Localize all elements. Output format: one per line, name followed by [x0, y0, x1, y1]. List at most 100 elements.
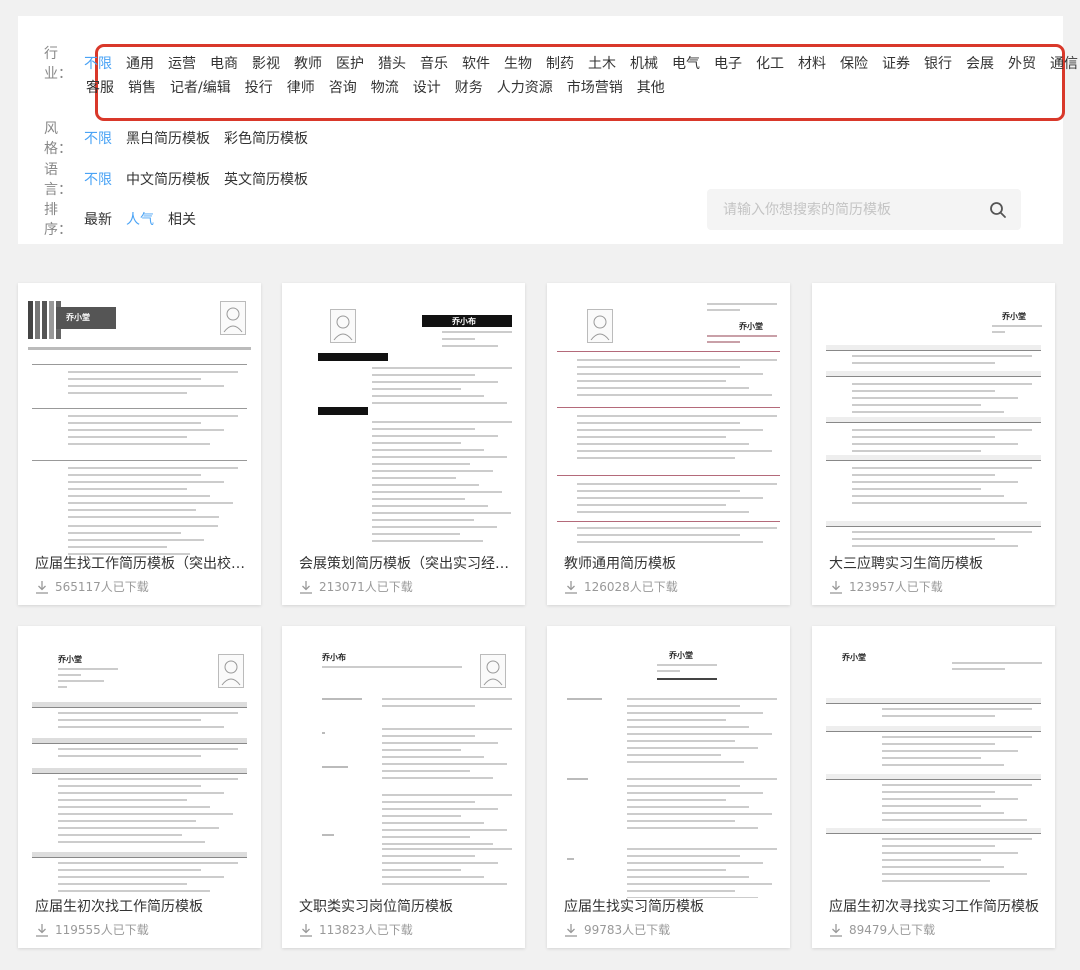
- text-line: [577, 380, 726, 382]
- industry-option[interactable]: 制药: [546, 53, 574, 73]
- industry-option[interactable]: 会展: [966, 53, 994, 73]
- industry-option[interactable]: 市场营销: [567, 77, 623, 97]
- industry-option[interactable]: 保险: [840, 53, 868, 73]
- text-line: [627, 876, 749, 878]
- language-option[interactable]: 英文简历模板: [224, 169, 308, 189]
- text-line: [882, 715, 995, 717]
- industry-option[interactable]: 销售: [128, 77, 156, 97]
- industry-option[interactable]: 影视: [252, 53, 280, 73]
- style-option[interactable]: 彩色简历模板: [224, 128, 308, 148]
- industry-option[interactable]: 电气: [672, 53, 700, 73]
- industry-option[interactable]: 生物: [504, 53, 532, 73]
- search-icon[interactable]: [989, 201, 1007, 219]
- industry-option[interactable]: 物流: [371, 77, 399, 97]
- industry-option[interactable]: 人力资源: [497, 77, 553, 97]
- text-line: [627, 827, 758, 829]
- text-line: [882, 845, 995, 847]
- template-card[interactable]: 乔小布 文职类实习岗位简历模板 113823人已下载: [282, 626, 525, 948]
- industry-option[interactable]: 土木: [588, 53, 616, 73]
- template-thumbnail[interactable]: 乔小堂: [557, 638, 780, 898]
- download-count-text: 213071人已下载: [319, 580, 413, 594]
- template-thumbnail[interactable]: 乔小布: [292, 295, 515, 555]
- text-line: [627, 890, 735, 892]
- industry-option[interactable]: 记者/编辑: [170, 77, 231, 97]
- text-line: [68, 546, 167, 548]
- text-line: [58, 726, 224, 728]
- style-option[interactable]: 黑白简历模板: [126, 128, 210, 148]
- industry-option[interactable]: 软件: [462, 53, 490, 73]
- template-title[interactable]: 文职类实习岗位简历模板: [299, 896, 513, 916]
- template-card[interactable]: 乔小堂 大三应聘实习生简历模板 123957人已下载: [812, 283, 1055, 605]
- text-line: [852, 355, 1032, 357]
- industry-option[interactable]: 机械: [630, 53, 658, 73]
- text-line: [58, 799, 187, 801]
- template-thumbnail[interactable]: 乔小布: [292, 638, 515, 898]
- template-thumbnail[interactable]: 乔小堂: [28, 295, 251, 555]
- text-line: [852, 429, 1032, 431]
- text-line: [372, 388, 461, 390]
- text-line: [58, 841, 205, 843]
- template-title[interactable]: 应届生初次寻找实习工作简历模板: [829, 896, 1043, 916]
- text-line: [372, 421, 512, 423]
- industry-option[interactable]: 证券: [882, 53, 910, 73]
- template-card[interactable]: 乔小堂 教师通用简历模板 126028人已下载: [547, 283, 790, 605]
- text-line: [627, 792, 763, 794]
- template-title[interactable]: 应届生找实习简历模板: [564, 896, 778, 916]
- sort-option[interactable]: 最新: [84, 209, 112, 229]
- template-card[interactable]: 乔小堂 应届生初次找工作简历模板 119555人已下载: [18, 626, 261, 948]
- template-title[interactable]: 应届生初次找工作简历模板: [35, 896, 249, 916]
- industry-option[interactable]: 音乐: [420, 53, 448, 73]
- text-line: [68, 422, 201, 424]
- text-line: [68, 509, 196, 511]
- industry-option[interactable]: 猎头: [378, 53, 406, 73]
- text-line: [68, 539, 204, 541]
- language-option[interactable]: 中文简历模板: [126, 169, 210, 189]
- style-option[interactable]: 不限: [84, 128, 112, 148]
- text-line: [382, 728, 512, 730]
- industry-option[interactable]: 不限: [84, 53, 112, 73]
- resume-name: 乔小堂: [739, 321, 763, 331]
- template-title[interactable]: 大三应聘实习生简历模板: [829, 553, 1043, 573]
- text-line: [442, 338, 475, 340]
- text-line: [577, 483, 777, 485]
- industry-option[interactable]: 律师: [287, 77, 315, 97]
- language-option[interactable]: 不限: [84, 169, 112, 189]
- text-line: [577, 541, 763, 543]
- industry-option[interactable]: 电子: [714, 53, 742, 73]
- industry-option[interactable]: 咨询: [329, 77, 357, 97]
- industry-option[interactable]: 电商: [210, 53, 238, 73]
- template-card[interactable]: 乔小堂 应届生找工作简历模板（突出校园经… 565117人已下载: [18, 283, 261, 605]
- text-line: [707, 335, 777, 337]
- text-line: [852, 481, 1018, 483]
- template-card[interactable]: 乔小布 会展策划简历模板（突出实习经历） 213071人已下载: [282, 283, 525, 605]
- industry-option[interactable]: 财务: [455, 77, 483, 97]
- search-input[interactable]: [723, 189, 973, 230]
- template-title[interactable]: 会展策划简历模板（突出实习经历）: [299, 553, 513, 573]
- sort-option[interactable]: 人气: [126, 209, 154, 229]
- industry-option[interactable]: 通信: [1050, 53, 1078, 73]
- industry-option[interactable]: 化工: [756, 53, 784, 73]
- industry-option[interactable]: 客服: [86, 77, 114, 97]
- template-thumbnail[interactable]: 乔小堂: [822, 638, 1045, 898]
- template-title[interactable]: 教师通用简历模板: [564, 553, 778, 573]
- industry-option[interactable]: 教师: [294, 53, 322, 73]
- text-line: [577, 457, 735, 459]
- template-card[interactable]: 乔小堂 应届生初次寻找实习工作简历模板 89479人已下载: [812, 626, 1055, 948]
- industry-option[interactable]: 设计: [413, 77, 441, 97]
- industry-option[interactable]: 其他: [637, 77, 665, 97]
- template-thumbnail[interactable]: 乔小堂: [557, 295, 780, 555]
- industry-option[interactable]: 外贸: [1008, 53, 1036, 73]
- industry-option[interactable]: 材料: [798, 53, 826, 73]
- template-card[interactable]: 乔小堂 应届生找实习简历模板 99783人已下载: [547, 626, 790, 948]
- text-line: [577, 504, 726, 506]
- industry-option[interactable]: 投行: [245, 77, 273, 97]
- industry-option[interactable]: 通用: [126, 53, 154, 73]
- template-thumbnail[interactable]: 乔小堂: [28, 638, 251, 898]
- template-thumbnail[interactable]: 乔小堂: [822, 295, 1045, 555]
- sort-option[interactable]: 相关: [168, 209, 196, 229]
- industry-option[interactable]: 医护: [336, 53, 364, 73]
- template-title[interactable]: 应届生找工作简历模板（突出校园经…: [35, 553, 249, 573]
- industry-option[interactable]: 运营: [168, 53, 196, 73]
- industry-option[interactable]: 银行: [924, 53, 952, 73]
- text-line: [382, 822, 484, 824]
